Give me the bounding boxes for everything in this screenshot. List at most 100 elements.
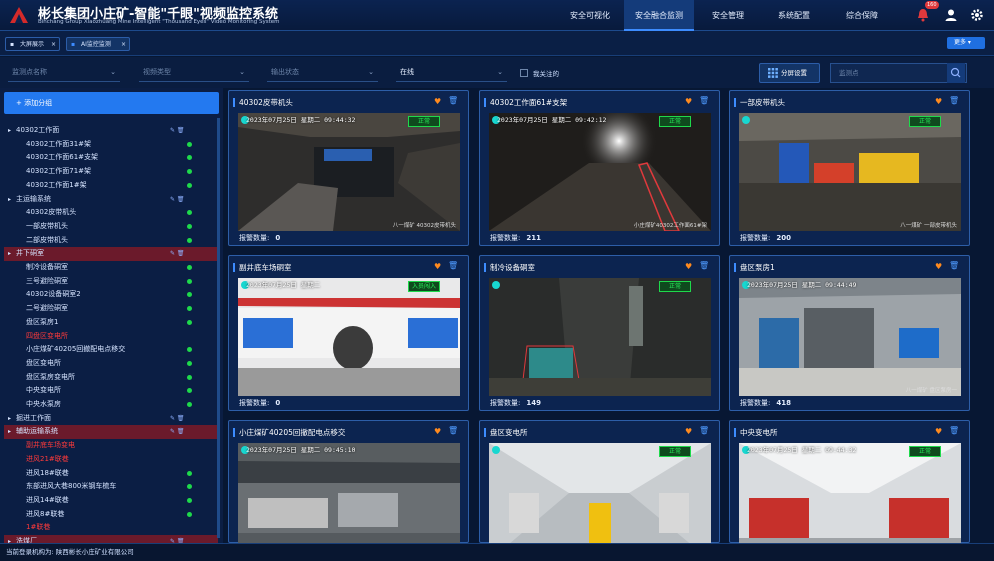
nav-safety-visual[interactable]: 安全可视化 xyxy=(560,0,620,31)
tree-item[interactable]: 盘区泵房变电所 xyxy=(4,371,218,384)
caret-icon[interactable]: ▸ xyxy=(8,124,11,137)
tree-item[interactable]: 40302皮带机头 xyxy=(4,206,218,219)
video-feed[interactable]: 2023年07月25日 星期二 09:44:32 正常 八一煤矿 40302皮带机头 xyxy=(238,113,460,231)
camera-card[interactable]: 40302工作面61#支架 ♥ 🗑 2023年07月25日 星期二 09:42:12 正… xyxy=(479,90,720,246)
edit-delete-icons[interactable]: ✎ 🗑 xyxy=(170,124,185,137)
status-select[interactable]: 输出状态 ⌄ xyxy=(267,63,378,82)
heart-icon[interactable]: ♥ xyxy=(935,97,942,106)
split-screen-button[interactable]: 分屏设置 xyxy=(759,63,820,83)
video-feed[interactable]: 2023年07月25日 星期二 09:44:49 八一煤矿 盘区泵房一 xyxy=(739,278,961,396)
heart-icon[interactable]: ♥ xyxy=(935,262,942,271)
more-button[interactable]: 更多 ▾ xyxy=(947,37,985,49)
tree-item[interactable]: 40302设备硐室2 xyxy=(4,288,218,301)
camera-card[interactable]: 一部皮带机头 ♥ 🗑 正常 八一煤矿 一部皮带机头 报警数量: 200 xyxy=(729,90,970,246)
heart-icon[interactable]: ♥ xyxy=(685,97,692,106)
gear-icon[interactable] xyxy=(970,8,984,22)
close-icon[interactable]: × xyxy=(121,38,126,51)
heart-icon[interactable]: ♥ xyxy=(685,262,692,271)
heart-icon[interactable]: ♥ xyxy=(434,427,441,436)
tree-item[interactable]: 进风21#联巷 xyxy=(4,453,218,466)
tree-item[interactable]: 40302工作面71#架 xyxy=(4,165,218,178)
user-icon[interactable] xyxy=(944,8,958,22)
caret-icon[interactable]: ▸ xyxy=(8,193,11,206)
camera-card[interactable]: 盘区变电所 ♥ 🗑 正常 xyxy=(479,420,720,561)
tree-group[interactable]: 40302工作面 ▸ ✎ 🗑 xyxy=(4,124,218,137)
edit-delete-icons[interactable]: ✎ 🗑 xyxy=(170,193,185,206)
tree-item[interactable]: 进风8#联巷 xyxy=(4,508,218,521)
tree-item[interactable]: 副井底车场变电 xyxy=(4,439,218,452)
trash-icon[interactable]: 🗑 xyxy=(949,261,959,270)
trash-icon[interactable]: 🗑 xyxy=(448,261,458,270)
scrollbar[interactable] xyxy=(217,118,220,538)
heart-icon[interactable]: ♥ xyxy=(685,427,692,436)
tree-item[interactable]: 二号避险硐室 xyxy=(4,302,218,315)
tree-item[interactable]: 四盘区变电所 xyxy=(4,330,218,343)
tree-item[interactable]: 盘区泵房1 xyxy=(4,316,218,329)
tree-item[interactable]: 40302工作面31#架 xyxy=(4,138,218,151)
edit-delete-icons[interactable]: ✎ 🗑 xyxy=(170,425,185,438)
camera-card[interactable]: 盘区泵房1 ♥ 🗑 2023年07月25日 星期二 09:44:49 八一煤矿 盘区泵房… xyxy=(729,255,970,411)
nav-general-support[interactable]: 综合保障 xyxy=(832,0,892,31)
tree-group[interactable]: 辅助运输系统 ▸ ✎ 🗑 xyxy=(4,425,218,439)
tree-item[interactable]: 40302工作面1#架 xyxy=(4,179,218,192)
add-group-button[interactable]: + 添加分组 xyxy=(4,92,219,114)
camera-card[interactable]: 40302皮带机头 ♥ 🗑 2023年07月25日 星期二 09:44:32 正常 八一煤… xyxy=(228,90,469,246)
nav-safety-management[interactable]: 安全管理 xyxy=(698,0,758,31)
trash-icon[interactable]: 🗑 xyxy=(699,96,709,105)
tree-item[interactable]: 三号避险硐室 xyxy=(4,275,218,288)
heart-icon[interactable]: ♥ xyxy=(434,262,441,271)
caret-icon[interactable]: ▸ xyxy=(8,412,11,425)
trash-icon[interactable]: 🗑 xyxy=(699,426,709,435)
tree-item[interactable]: 中央变电所 xyxy=(4,384,218,397)
tree-item[interactable]: 一部皮带机头 xyxy=(4,220,218,233)
type-select[interactable]: 视频类型 ⌄ xyxy=(139,63,249,82)
video-feed[interactable]: 2023年07月25日 星期二 09:42:12 正常 小庄煤矿40302工作面61… xyxy=(489,113,711,231)
nav-system-config[interactable]: 系统配置 xyxy=(764,0,824,31)
tree-item[interactable]: 盘区变电所 xyxy=(4,357,218,370)
tree-item[interactable]: 进风18#联巷 xyxy=(4,467,218,480)
heart-icon[interactable]: ♥ xyxy=(935,427,942,436)
tree-group[interactable]: 掘进工作面 ▸ ✎ 🗑 xyxy=(4,412,218,425)
tree-item[interactable]: 小庄煤矿40205回撤配电点移交 xyxy=(4,343,218,356)
trash-icon[interactable]: 🗑 xyxy=(448,426,458,435)
tree-item[interactable]: 二部皮带机头 xyxy=(4,234,218,247)
tree-group[interactable]: 主运输系统 ▸ ✎ 🗑 xyxy=(4,193,218,206)
tree-group[interactable]: 井下硐室 ▸ ✎ 🗑 xyxy=(4,247,218,261)
online-select[interactable]: 在线 ⌄ xyxy=(396,63,507,82)
tree-item[interactable]: 进风14#联巷 xyxy=(4,494,218,507)
title-accent xyxy=(734,263,736,272)
edit-delete-icons[interactable]: ✎ 🗑 xyxy=(170,247,185,260)
video-feed[interactable]: 正常 八一煤矿 一部皮带机头 xyxy=(739,113,961,231)
tree-item[interactable]: 1#联巷 xyxy=(4,521,218,534)
trash-icon[interactable]: 🗑 xyxy=(949,426,959,435)
search-icon[interactable] xyxy=(947,63,965,83)
tree-label: 盘区变电所 xyxy=(26,358,61,367)
bell-icon[interactable] xyxy=(916,8,930,22)
nav-fusion-monitoring[interactable]: 安全融合监测 xyxy=(624,0,694,31)
trash-icon[interactable]: 🗑 xyxy=(949,96,959,105)
camera-card[interactable]: 小庄煤矿40205回撤配电点移交 ♥ 🗑 2023年07月25日 星期二 09:45:… xyxy=(228,420,469,561)
caret-icon[interactable]: ▸ xyxy=(8,247,11,260)
location-select[interactable]: 监测点名称 ⌄ xyxy=(8,63,120,82)
camera-card[interactable]: 制冷设备硐室 ♥ 🗑 正常 报警数量: 149 xyxy=(479,255,720,411)
video-osd: 2023年07月25日 星期二 09:42:12 xyxy=(497,116,607,124)
caret-icon[interactable]: ▸ xyxy=(8,425,11,438)
video-feed[interactable]: 2023年07月25日 星期二 入员闯入 xyxy=(238,278,460,396)
close-icon[interactable]: × xyxy=(51,38,56,51)
tab-big-screen[interactable]: ▪ 大屏展示 × xyxy=(5,37,60,51)
video-feed[interactable]: 正常 xyxy=(489,278,711,396)
camera-card[interactable]: 中央变电所 ♥ 🗑 2023年07月25日 星期二 09:44:32 正常 xyxy=(729,420,970,561)
title-accent xyxy=(233,98,235,107)
tree-item[interactable]: 中央水泵房 xyxy=(4,398,218,411)
my-focus-checkbox[interactable] xyxy=(520,69,528,77)
edit-delete-icons[interactable]: ✎ 🗑 xyxy=(170,412,185,425)
heart-icon[interactable]: ♥ xyxy=(434,97,441,106)
tree-item[interactable]: 40302工作面61#支架 xyxy=(4,151,218,164)
camera-card[interactable]: 副井底车场硐室 ♥ 🗑 2023年07月25日 星期二 入员闯入 报警数量: 0 xyxy=(228,255,469,411)
trash-icon[interactable]: 🗑 xyxy=(699,261,709,270)
tree-item[interactable]: 东部进风大巷800米钢车梳车 xyxy=(4,480,218,493)
tree-item[interactable]: 制冷设备硐室 xyxy=(4,261,218,274)
search-input[interactable]: 监测点 xyxy=(830,63,967,83)
trash-icon[interactable]: 🗑 xyxy=(448,96,458,105)
tab-ai-monitoring[interactable]: ▪ AI监控监测 × xyxy=(66,37,130,51)
